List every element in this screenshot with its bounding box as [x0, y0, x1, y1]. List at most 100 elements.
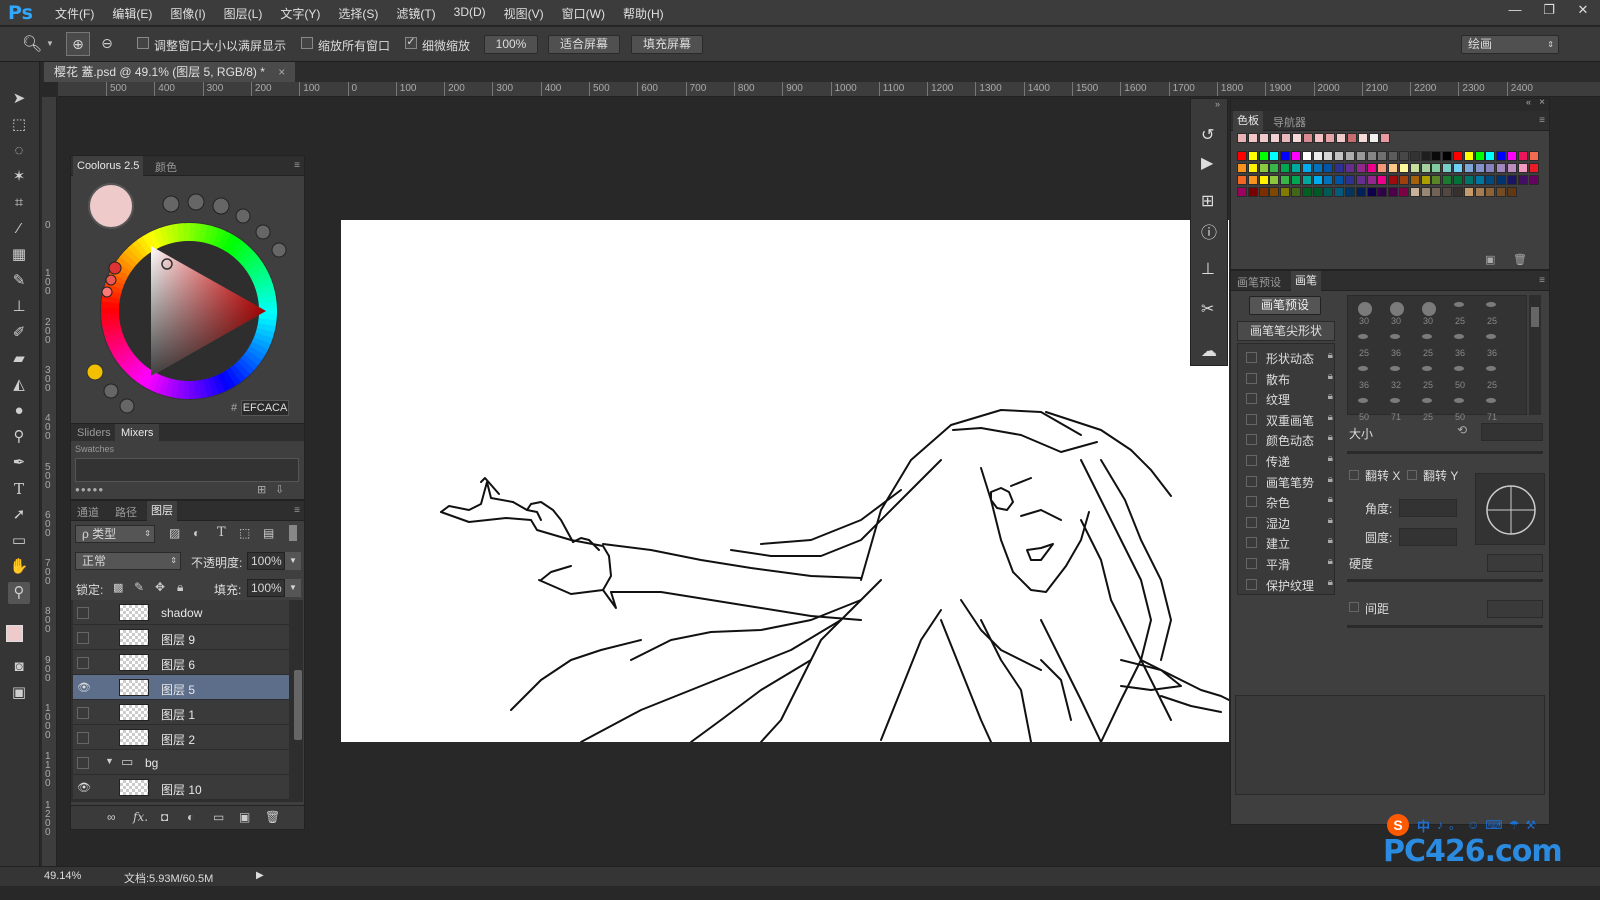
swatch[interactable] [1409, 175, 1420, 185]
swatch[interactable] [1507, 163, 1517, 173]
lock-icon[interactable]: 🔒︎ [1328, 577, 1333, 588]
swatch[interactable] [1345, 175, 1355, 185]
swatch[interactable] [1345, 187, 1355, 197]
option-checkbox[interactable] [1246, 372, 1257, 384]
color-wheel[interactable] [71, 176, 304, 416]
panel-menu-icon[interactable]: ≡ [1539, 275, 1545, 286]
option-checkbox[interactable] [1246, 352, 1257, 363]
swatch[interactable] [1399, 163, 1409, 173]
tab-channels[interactable]: 通道 [77, 504, 99, 520]
quick-mask-icon[interactable]: ◙ [8, 656, 30, 678]
opacity-dropdown-icon[interactable]: ▼ [285, 552, 301, 570]
swatch[interactable] [1269, 187, 1280, 197]
swatch[interactable] [1347, 133, 1357, 143]
swatch[interactable] [1474, 151, 1485, 161]
swatch[interactable] [1463, 163, 1474, 173]
swatch[interactable] [1377, 175, 1388, 185]
swatch[interactable] [1269, 175, 1280, 185]
swatch[interactable] [1485, 163, 1496, 173]
swatch[interactable] [1409, 151, 1420, 161]
ime-toolbar-icons[interactable]: ♪。☺⌨☂⚒ [1437, 816, 1542, 833]
opacity-input[interactable]: 100% [247, 552, 285, 570]
brush-tip-preview[interactable] [1358, 366, 1368, 371]
swatch[interactable] [1377, 151, 1388, 161]
swatch[interactable] [1312, 187, 1323, 197]
brush-tip-preview[interactable] [1358, 398, 1368, 403]
close-icon[interactable]: ✕ [1566, 0, 1600, 20]
swatch[interactable] [1292, 133, 1302, 143]
lock-icon[interactable]: 🔒︎ [1328, 474, 1333, 485]
option-checkbox[interactable] [1246, 455, 1257, 466]
swatch[interactable] [1303, 133, 1313, 143]
swatch[interactable] [1291, 163, 1301, 173]
close-icon[interactable]: × [1539, 97, 1545, 108]
zoom-all-checkbox[interactable] [301, 37, 313, 49]
tab-paths[interactable]: 路径 [115, 504, 137, 520]
fill-screen-button[interactable]: 填充屏幕 [631, 35, 703, 54]
new-swatch-icon[interactable]: ▣ [1485, 253, 1495, 266]
swatch[interactable] [1334, 151, 1345, 161]
spacing-checkbox[interactable] [1349, 602, 1359, 612]
blend-mode-select[interactable]: 正常 ⇕ [75, 552, 181, 570]
swatch[interactable] [1409, 163, 1420, 173]
brush-tip-preview[interactable] [1486, 334, 1496, 339]
swatch[interactable] [1247, 163, 1258, 173]
filter-smart-icon[interactable]: ▤ [263, 526, 274, 540]
layer-row[interactable]: 图层 9 [73, 625, 289, 650]
swatch[interactable] [1291, 187, 1301, 197]
brush-tip-preview[interactable] [1358, 334, 1368, 339]
size-input[interactable] [1481, 423, 1543, 441]
ime-mode[interactable]: 中 [1417, 816, 1430, 835]
swatch[interactable] [1301, 175, 1312, 185]
swatch[interactable] [1431, 163, 1442, 173]
tab-mixers[interactable]: Mixers [115, 424, 160, 442]
history-icon[interactable]: ↺ [1201, 125, 1214, 145]
lock-icon[interactable]: 🔒︎ [1328, 535, 1333, 546]
swatch[interactable] [1280, 163, 1291, 173]
type-tool-icon[interactable]: T [8, 478, 30, 500]
clone-source-icon[interactable]: ⊥ [1201, 259, 1215, 279]
swatch[interactable] [1258, 151, 1269, 161]
visibility-toggle[interactable] [77, 707, 89, 719]
brush-tip-scrollbar[interactable] [1529, 295, 1541, 415]
collapse-icon[interactable]: « [1526, 97, 1531, 107]
swatch[interactable] [1366, 151, 1377, 161]
brush-option[interactable]: 杂色 🔒︎ [1242, 492, 1337, 511]
visibility-toggle[interactable] [77, 657, 89, 669]
document-tab[interactable]: 樱花 蓋.psd @ 49.1% (图层 5, RGB/8) * × [44, 62, 296, 82]
fit-screen-button[interactable]: 适合屏幕 [548, 35, 620, 54]
fill-dropdown-icon[interactable]: ▼ [285, 579, 301, 597]
swatch[interactable] [1237, 133, 1247, 143]
swatch[interactable] [1355, 163, 1366, 173]
brush-option[interactable]: 颜色动态 🔒︎ [1242, 430, 1337, 449]
menu-item[interactable]: 选择(S) [329, 5, 387, 22]
expand-group-icon[interactable]: ▼ [105, 756, 114, 766]
document-canvas[interactable] [341, 220, 1229, 742]
restore-icon[interactable]: ❐ [1532, 0, 1566, 20]
lock-position-icon[interactable]: ✥ [155, 580, 165, 594]
eraser-tool-icon[interactable]: ▰ [8, 348, 30, 370]
swatch[interactable] [1237, 175, 1247, 185]
swatch[interactable] [1269, 163, 1280, 173]
folder-icon[interactable]: ▭ [213, 810, 224, 824]
filter-type-icon[interactable]: T [217, 525, 226, 540]
lock-icon[interactable]: 🔒︎ [1328, 391, 1333, 402]
swatch[interactable] [1431, 187, 1442, 197]
menu-item[interactable]: 图像(I) [161, 5, 214, 22]
tab-sliders[interactable]: Sliders [77, 427, 111, 439]
spacing-input[interactable] [1487, 600, 1543, 618]
swatch[interactable] [1517, 163, 1528, 173]
option-checkbox[interactable] [1246, 475, 1257, 487]
swatch[interactable] [1409, 187, 1420, 197]
swatch[interactable] [1280, 175, 1291, 185]
option-checkbox[interactable] [1246, 537, 1257, 549]
option-checkbox[interactable] [1246, 413, 1257, 425]
swatch[interactable] [1442, 175, 1453, 185]
lock-icon[interactable]: 🔒︎ [1328, 432, 1333, 443]
swatch[interactable] [1312, 151, 1323, 161]
hardness-slider[interactable] [1347, 579, 1543, 582]
chevron-down-icon[interactable]: ▼ [46, 39, 54, 48]
swatch[interactable] [1485, 187, 1496, 197]
shape-tool-icon[interactable]: ▭ [8, 530, 30, 552]
panel-menu-icon[interactable]: ≡ [294, 160, 300, 171]
